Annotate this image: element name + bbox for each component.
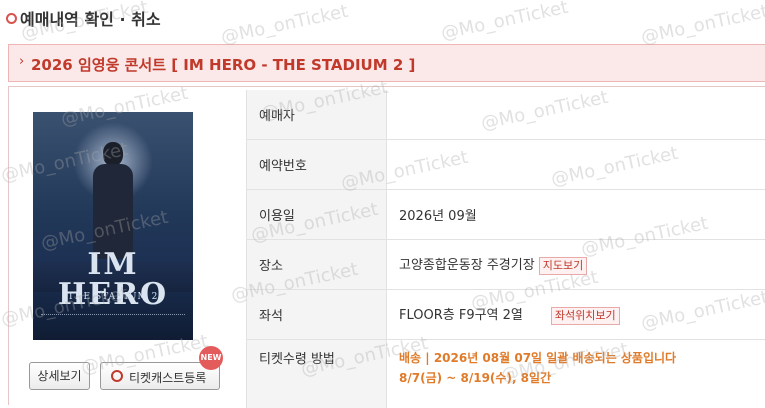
new-badge: NEW [199, 346, 223, 370]
delivery-info-line2: 8/7(금) ~ 8/19(수), 8일간 [399, 368, 765, 388]
booker-label: 예매자 [247, 90, 387, 140]
ticketcast-icon [111, 370, 123, 382]
table-row: 이용일 2026년 09월 [247, 190, 765, 240]
receive-method-label: 티켓수령 방법 [247, 340, 387, 408]
booking-number-value [387, 140, 765, 190]
ticketcast-label: 티켓캐스트등록 [129, 369, 206, 386]
arrow-right-icon: › [19, 54, 24, 69]
seat-map-link[interactable]: 좌석위치보기 [551, 307, 620, 325]
venue-map-link[interactable]: 지도보기 [539, 257, 587, 275]
concert-title: 2026 임영웅 콘서트 [ IM HERO - THE STADIUM 2 ] [31, 54, 415, 75]
date-label: 이용일 [247, 190, 387, 240]
seat-label: 좌석 [247, 290, 387, 340]
date-value: 2026년 09월 [387, 190, 765, 240]
detail-button[interactable]: 상세보기 [29, 362, 90, 390]
poster-subtitle: THE STADIUM 2 [33, 292, 193, 302]
venue-cell: 고양종합운동장 주경기장 지도보기 [387, 240, 765, 290]
concert-title-bar: › 2026 임영웅 콘서트 [ IM HERO - THE STADIUM 2… [8, 44, 765, 82]
circle-bullet-icon [6, 13, 17, 24]
table-row: 예매자 [247, 90, 765, 140]
venue-label: 장소 [247, 240, 387, 290]
concert-poster: IM HERO THE STADIUM 2 [33, 112, 193, 340]
booking-number-label: 예약번호 [247, 140, 387, 190]
table-row: 예약번호 [247, 140, 765, 190]
seat-value: FLOOR층 F9구역 2열 [399, 308, 523, 323]
table-row: 장소 고양종합운동장 주경기장 지도보기 [247, 240, 765, 290]
venue-value: 고양종합운동장 주경기장 [399, 258, 535, 273]
table-row: 좌석 FLOOR층 F9구역 2열 좌석위치보기 [247, 290, 765, 340]
table-row: 티켓수령 방법 배송 | 2026년 08월 07일 일괄 배송되는 상품입니다… [247, 340, 765, 408]
section-header: 예매내역 확인 · 취소 [0, 0, 765, 40]
delivery-info-line1: 배송 | 2026년 08월 07일 일괄 배송되는 상품입니다 [399, 348, 765, 368]
booking-info-table: 예매자 예약번호 이용일 2026년 09월 장소 고양종합운동장 주경기장 지도… [246, 90, 765, 408]
booker-value [387, 90, 765, 140]
seat-cell: FLOOR층 F9구역 2열 좌석위치보기 [387, 290, 765, 340]
receive-method-cell: 배송 | 2026년 08월 07일 일괄 배송되는 상품입니다 8/7(금) … [387, 340, 765, 408]
page-title: 예매내역 확인 · 취소 [20, 6, 161, 30]
